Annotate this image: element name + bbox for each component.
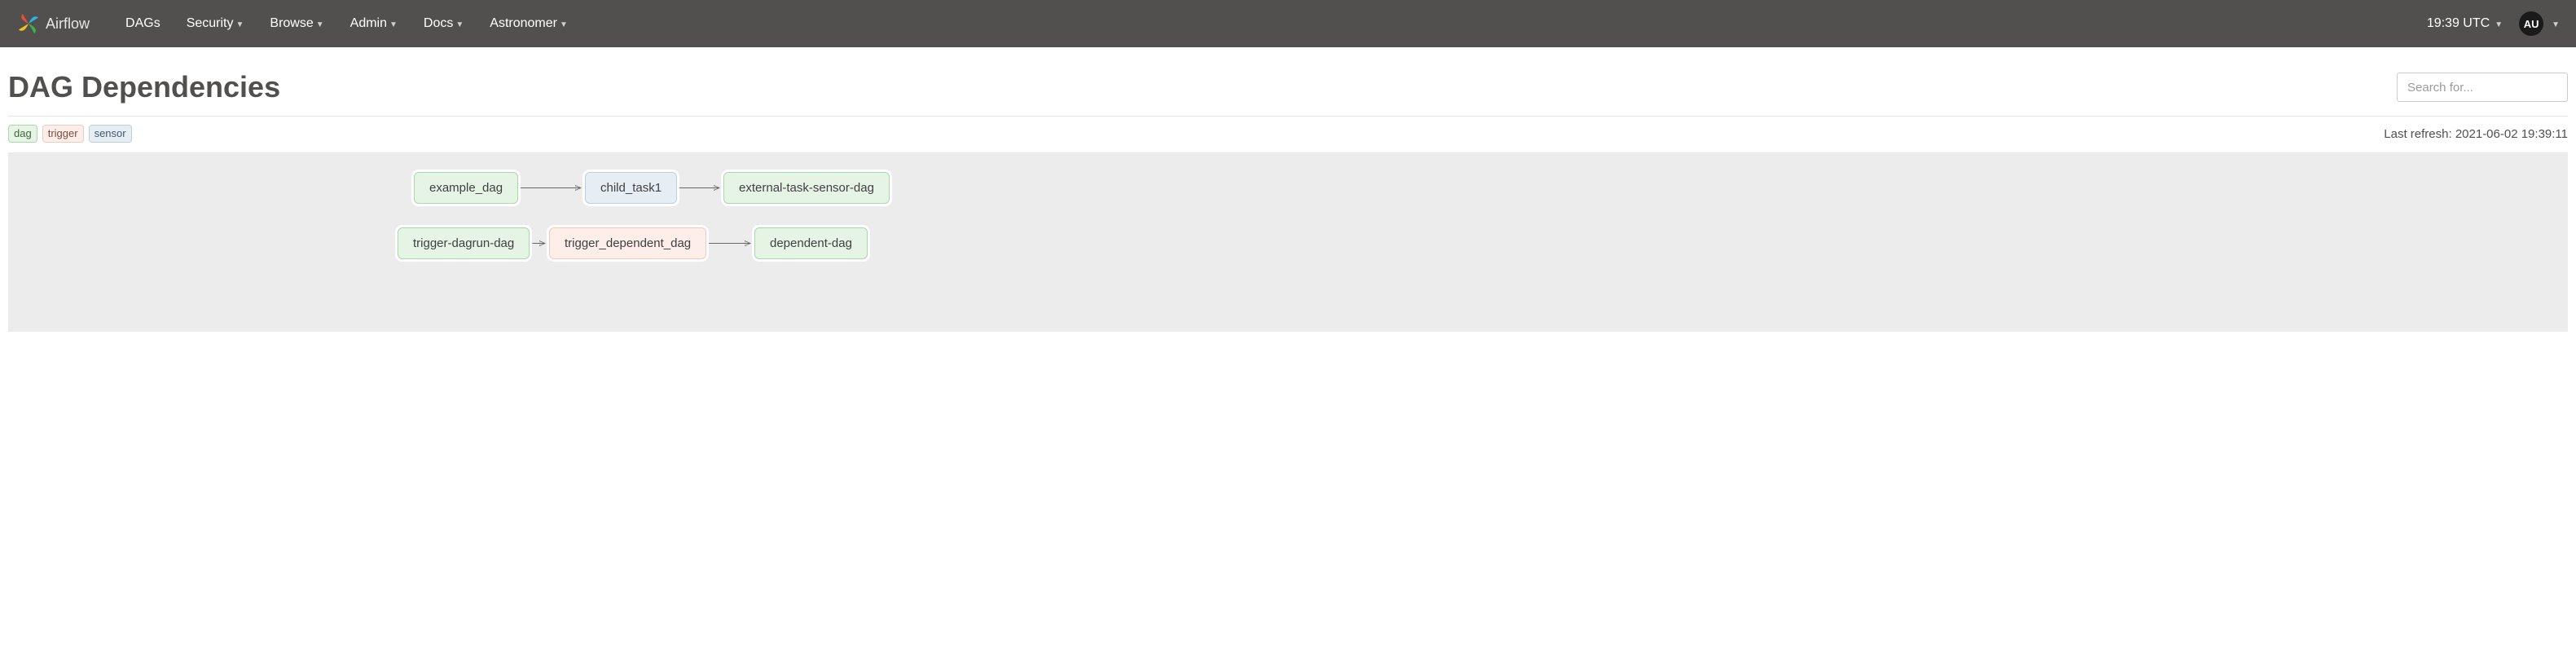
node-label: trigger_dependent_dag — [565, 236, 691, 250]
caret-down-icon: ▼ — [235, 20, 244, 29]
nav-item-label: Astronomer — [490, 16, 557, 31]
caret-down-icon: ▼ — [316, 20, 324, 29]
navbar-brand[interactable]: Airflow — [16, 11, 90, 36]
graph-edges — [8, 152, 2568, 332]
nav-item-label: DAGs — [125, 16, 160, 31]
nav-item-label: Security — [187, 16, 234, 31]
nav-item-astronomer[interactable]: Astronomer ▼ — [477, 0, 581, 47]
caret-down-icon: ▼ — [455, 20, 464, 29]
graph-node-trigger-dagrun-dag[interactable]: trigger-dagrun-dag — [398, 227, 530, 259]
graph-node-dependent-dag[interactable]: dependent-dag — [754, 227, 868, 259]
nav-item-dags[interactable]: DAGs — [112, 0, 174, 47]
nav-item-docs[interactable]: Docs ▼ — [411, 0, 477, 47]
caret-down-icon: ▼ — [2552, 20, 2560, 29]
graph-node-example-dag[interactable]: example_dag — [414, 172, 518, 204]
node-label: external-task-sensor-dag — [739, 181, 874, 195]
airflow-logo-icon — [16, 11, 41, 36]
nav-item-security[interactable]: Security ▼ — [174, 0, 257, 47]
node-label: child_task1 — [600, 181, 662, 195]
user-menu[interactable]: AU ▼ — [2519, 11, 2560, 36]
clock-text: 19:39 UTC — [2427, 16, 2490, 31]
caret-down-icon: ▼ — [389, 20, 398, 29]
last-refresh: Last refresh: 2021-06-02 19:39:11 — [2384, 127, 2568, 141]
node-label: example_dag — [429, 181, 503, 195]
nav-item-label: Admin — [350, 16, 387, 31]
legend: dag trigger sensor — [8, 125, 132, 143]
nav-item-admin[interactable]: Admin ▼ — [337, 0, 411, 47]
node-label: dependent-dag — [770, 236, 852, 250]
node-label: trigger-dagrun-dag — [413, 236, 514, 250]
caret-down-icon: ▼ — [560, 20, 568, 29]
legend-sensor: sensor — [89, 125, 132, 143]
navbar-brand-text: Airflow — [46, 15, 90, 33]
graph-node-external-task-sensor-dag[interactable]: external-task-sensor-dag — [723, 172, 890, 204]
page: DAG Dependencies dag trigger sensor Last… — [0, 47, 2576, 340]
nav-item-label: Browse — [270, 16, 313, 31]
graph-node-trigger-dependent-dag[interactable]: trigger_dependent_dag — [549, 227, 706, 259]
avatar: AU — [2519, 11, 2543, 36]
search-input[interactable] — [2397, 73, 2568, 102]
page-header: DAG Dependencies — [8, 55, 2568, 117]
page-title: DAG Dependencies — [8, 70, 280, 104]
nav-item-label: Docs — [424, 16, 453, 31]
nav-item-browse[interactable]: Browse ▼ — [257, 0, 336, 47]
navbar: Airflow DAGs Security ▼ Browse ▼ Admin ▼… — [0, 0, 2576, 47]
graph-area[interactable]: example_dag child_task1 external-task-se… — [8, 152, 2568, 332]
avatar-initials: AU — [2524, 18, 2539, 30]
meta-row: dag trigger sensor Last refresh: 2021-06… — [8, 117, 2568, 152]
graph-node-child-task1[interactable]: child_task1 — [585, 172, 677, 204]
caret-down-icon: ▼ — [2495, 20, 2503, 29]
clock[interactable]: 19:39 UTC ▼ — [2427, 16, 2503, 31]
legend-trigger: trigger — [42, 125, 84, 143]
nav-items: DAGs Security ▼ Browse ▼ Admin ▼ Docs ▼ … — [112, 0, 581, 47]
legend-dag: dag — [8, 125, 37, 143]
